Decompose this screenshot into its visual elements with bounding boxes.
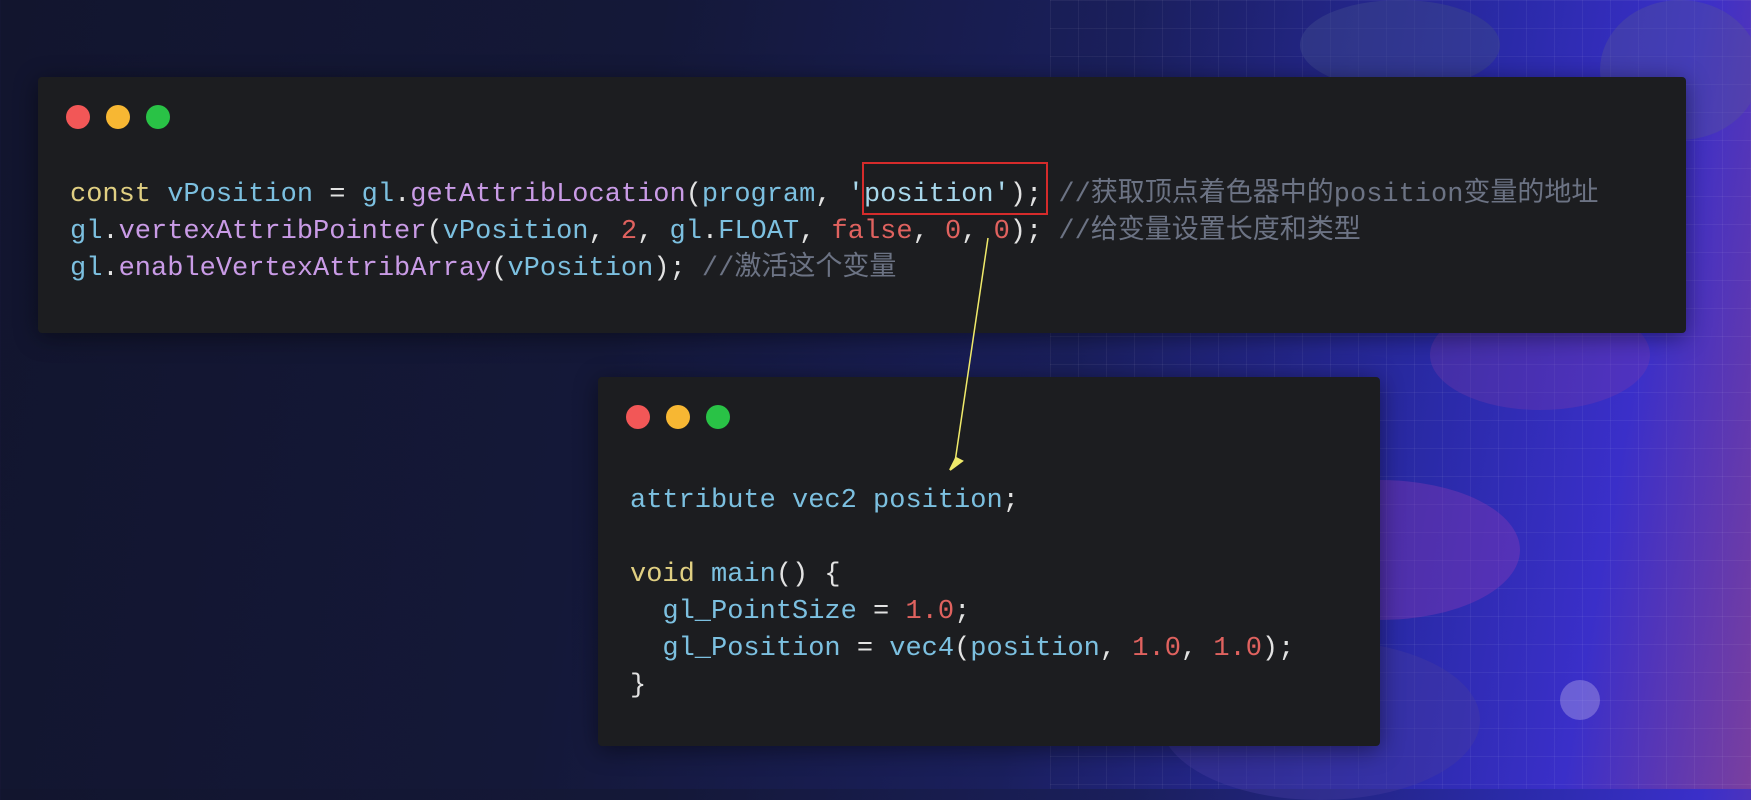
code-token: .: [701, 217, 719, 247]
maximize-dot-icon[interactable]: [146, 105, 170, 129]
code-token: (: [954, 634, 971, 664]
code-token: }: [630, 671, 647, 701]
code-token: getAttribLocation: [410, 180, 686, 210]
minimize-dot-icon[interactable]: [666, 405, 690, 429]
code-line: [630, 520, 1294, 557]
code-line: gl_PointSize = 1.0;: [630, 594, 1294, 631]
code-line: attribute vec2 position;: [630, 483, 1294, 520]
code-token: .: [102, 254, 119, 284]
shader-code-window: attribute vec2 position; void main() { g…: [598, 377, 1380, 746]
code-token: ,: [912, 217, 945, 247]
code-token: vPosition: [167, 180, 314, 210]
code-line: }: [630, 668, 1294, 705]
code-token: .: [102, 217, 119, 247]
code-token: ,: [1180, 634, 1214, 664]
code-token: (: [491, 254, 508, 284]
code-line: gl.enableVertexAttribArray(vPosition); /…: [70, 251, 1598, 288]
code-token: enableVertexAttribArray: [118, 254, 492, 284]
code-token: 1.0: [1132, 634, 1181, 664]
code-token: gl: [361, 180, 395, 210]
code-token: ,: [961, 217, 994, 247]
code-token: gl: [669, 217, 702, 247]
code-token: gl_PointSize: [630, 597, 857, 627]
code-token: );: [1261, 634, 1295, 664]
code-line: const vPosition = gl.getAttribLocation(p…: [70, 177, 1598, 214]
code-token: 1.0: [1213, 634, 1262, 664]
code-token: position: [970, 634, 1100, 664]
window-controls: [66, 105, 170, 129]
position-highlight-box: [862, 162, 1048, 215]
code-token: const: [70, 180, 168, 210]
code-token: main: [711, 560, 776, 590]
code-token: ,: [637, 217, 670, 247]
code-token: vertexAttribPointer: [118, 217, 427, 247]
code-token: ,: [815, 180, 848, 210]
code-token: vPosition: [507, 254, 654, 284]
code-token: );: [1009, 217, 1059, 247]
code-token: //激活这个变量: [701, 254, 897, 284]
code-token: program: [701, 180, 816, 210]
code-line: gl_Position = vec4(position, 1.0, 1.0);: [630, 631, 1294, 668]
code-token: ,: [588, 217, 621, 247]
close-dot-icon[interactable]: [66, 105, 90, 129]
window-controls: [626, 405, 730, 429]
code-token: //获取顶点着色器中的position变量的地址: [1058, 180, 1599, 210]
code-token: .: [394, 180, 411, 210]
code-token: 2: [620, 217, 638, 247]
code-token: ;: [1002, 486, 1019, 516]
code-token: vec4: [889, 634, 955, 664]
code-token: vPosition: [442, 217, 589, 247]
code-token: 1.0: [905, 597, 955, 627]
code-token: ,: [1099, 634, 1133, 664]
code-token: void: [630, 560, 712, 590]
code-token: () {: [775, 560, 841, 590]
code-line: gl.vertexAttribPointer(vPosition, 2, gl.…: [70, 214, 1598, 251]
close-dot-icon[interactable]: [626, 405, 650, 429]
code-token: (: [685, 180, 702, 210]
code-token: ,: [799, 217, 832, 247]
code-token: gl: [70, 217, 103, 247]
code-token: false: [831, 217, 913, 247]
code-token: );: [653, 254, 702, 284]
code-token: (: [426, 217, 443, 247]
code-token: attribute: [630, 486, 793, 516]
code-token: =: [313, 180, 362, 210]
code-token: ;: [954, 597, 971, 627]
code-token: =: [840, 634, 890, 664]
code-token: vec2: [792, 486, 874, 516]
code-token: position: [873, 486, 1003, 516]
code-token: FLOAT: [718, 217, 800, 247]
shader-code-block: attribute vec2 position; void main() { g…: [630, 483, 1294, 705]
code-token: gl_Position: [630, 634, 841, 664]
code-token: 0: [993, 217, 1010, 247]
code-token: //给变量设置长度和类型: [1058, 217, 1361, 247]
code-token: gl: [70, 254, 103, 284]
js-code-block: const vPosition = gl.getAttribLocation(p…: [70, 177, 1598, 288]
minimize-dot-icon[interactable]: [106, 105, 130, 129]
background-decoration: [1560, 680, 1600, 720]
code-token: =: [856, 597, 906, 627]
code-line: void main() {: [630, 557, 1294, 594]
code-token: 0: [944, 217, 962, 247]
maximize-dot-icon[interactable]: [706, 405, 730, 429]
